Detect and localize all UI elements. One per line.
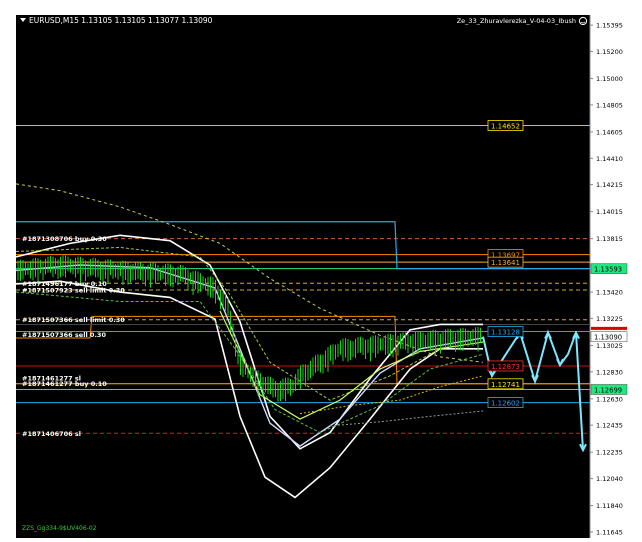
y-tick-label: 1.14410 xyxy=(596,155,623,163)
y-tick-label: 1.14215 xyxy=(596,181,623,189)
price-chart: #1871308706 buy 0.30#1871496177 buy 0.10… xyxy=(0,0,642,538)
y-tick-label: 1.14015 xyxy=(596,208,623,216)
order-label: #1871507923 sell limit 0.30 xyxy=(22,287,125,295)
level-tag-label: 1.13128 xyxy=(491,329,520,337)
y-tick-label: 1.15395 xyxy=(596,22,623,30)
level-tag-label: 1.13641 xyxy=(491,259,520,267)
y-tick-label: 1.12040 xyxy=(596,475,623,483)
y-tick-label: 1.12235 xyxy=(596,449,623,457)
order-label: #1871461277 buy 0.10 xyxy=(22,380,107,388)
chart-title: EURUSD,M15 1.13105 1.13105 1.13077 1.130… xyxy=(29,16,213,25)
y-tick-label: 1.13815 xyxy=(596,235,623,243)
footer-label: ZZS_Gg334-9$UV406-02 xyxy=(22,525,97,532)
price-badge-label: 1.13090 xyxy=(594,333,622,341)
y-tick-label: 1.13225 xyxy=(596,315,623,323)
level-tag-label: 1.12741 xyxy=(491,381,520,389)
y-tick-label: 1.13025 xyxy=(596,342,623,350)
price-badge-label: 1.13593 xyxy=(594,265,622,273)
level-tag-label: 1.12602 xyxy=(491,400,520,408)
order-label: #1871406706 sl xyxy=(22,430,81,438)
ask-marker xyxy=(591,326,627,330)
price-axis xyxy=(590,15,642,538)
y-tick-label: 1.11840 xyxy=(596,502,623,510)
y-tick-label: 1.12435 xyxy=(596,422,623,430)
chart-window: #1871308706 buy 0.30 #1871496177 buy 0.10… xyxy=(0,0,642,538)
indicator-name: Ze_33_Zhuravlerezka_V-04-03_Ibush xyxy=(457,17,576,25)
y-tick-label: 1.11645 xyxy=(596,528,623,536)
level-tag-label: 1.12873 xyxy=(491,363,520,371)
order-label: #1871507366 sell limit 0.30 xyxy=(22,316,125,324)
y-tick-label: 1.13420 xyxy=(596,289,623,297)
order-label: #1871507366 sell 0.30 xyxy=(22,331,106,339)
y-tick-label: 1.12630 xyxy=(596,395,623,403)
y-tick-label: 1.14805 xyxy=(596,101,623,109)
y-tick-label: 1.14605 xyxy=(596,128,623,136)
order-label: #1871308706 buy 0.30 xyxy=(22,235,107,243)
level-tag-label: 1.14652 xyxy=(491,123,520,131)
y-tick-label: 1.15000 xyxy=(596,75,623,83)
plot-area xyxy=(16,15,590,538)
price-badge-label: 1.12699 xyxy=(594,386,622,394)
y-tick-label: 1.15200 xyxy=(596,48,623,56)
y-tick-label: 1.12830 xyxy=(596,368,623,376)
